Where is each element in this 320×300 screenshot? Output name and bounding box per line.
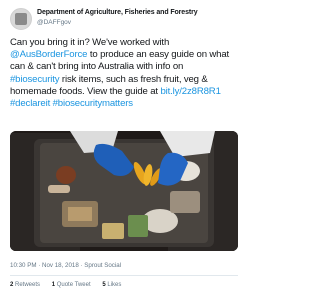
quotes-label: Quote Tweet	[56, 282, 91, 288]
tweet-stats: 2 Retweets 1 Quote Tweet 5 Likes	[10, 282, 121, 288]
tweet-line-3: can & can't bring into Australia with in…	[10, 61, 184, 73]
quotes-count: 1	[51, 282, 56, 288]
tweet-line-2-text: to produce an easy guide on what	[87, 49, 230, 61]
suitcase-photo-illustration	[10, 131, 238, 251]
crest-icon	[15, 13, 27, 25]
retweets-label: Retweets	[15, 282, 41, 288]
retweets-count: 2	[10, 282, 14, 288]
tweet-line-2: @AusBorderForce to produce an easy guide…	[10, 49, 240, 61]
tweet-line-6: #declareit #biosecuritymatters	[10, 98, 240, 110]
likes-count: 5	[102, 282, 106, 288]
mention-link[interactable]: @AusBorderForce	[10, 49, 87, 60]
tweet-timestamp[interactable]: 10:30 PM · Nov 18, 2018 · Sprout Social	[10, 262, 121, 269]
account-name[interactable]: Department of Agriculture, Fisheries and…	[37, 9, 198, 16]
quotes-stat[interactable]: 1 Quote Tweet	[52, 282, 91, 288]
avatar[interactable]	[10, 8, 32, 30]
likes-stat[interactable]: 5 Likes	[102, 282, 121, 288]
tweet-line-4: #biosecurity risk items, such as fresh f…	[10, 74, 240, 86]
tweet-header: Department of Agriculture, Fisheries and…	[10, 8, 238, 32]
divider	[10, 275, 238, 276]
tweet-line-1: Can you bring it in? We've worked with	[10, 37, 170, 48]
tweet-line-4-text: risk items, such as fresh fruit, veg &	[59, 73, 208, 85]
hashtag-biosecuritymatters[interactable]: #biosecuritymatters	[53, 98, 133, 109]
account-handle[interactable]: @DAFFgov	[37, 19, 71, 26]
tweet-photo[interactable]	[10, 131, 238, 251]
tweet-line-5: homemade foods. View the guide at bit.ly…	[10, 86, 240, 98]
hashtag-biosecurity[interactable]: #biosecurity	[10, 74, 60, 85]
likes-label: Likes	[107, 282, 122, 288]
guide-link[interactable]: bit.ly/2z8R8R1	[160, 86, 220, 97]
retweets-stat[interactable]: 2 Retweets	[10, 282, 40, 288]
tweet-line-5-text: homemade foods. View the guide at	[10, 85, 161, 97]
hashtag-declareit[interactable]: #declareit	[10, 98, 50, 109]
tweet-text: Can you bring it in? We've worked with @…	[10, 37, 240, 110]
